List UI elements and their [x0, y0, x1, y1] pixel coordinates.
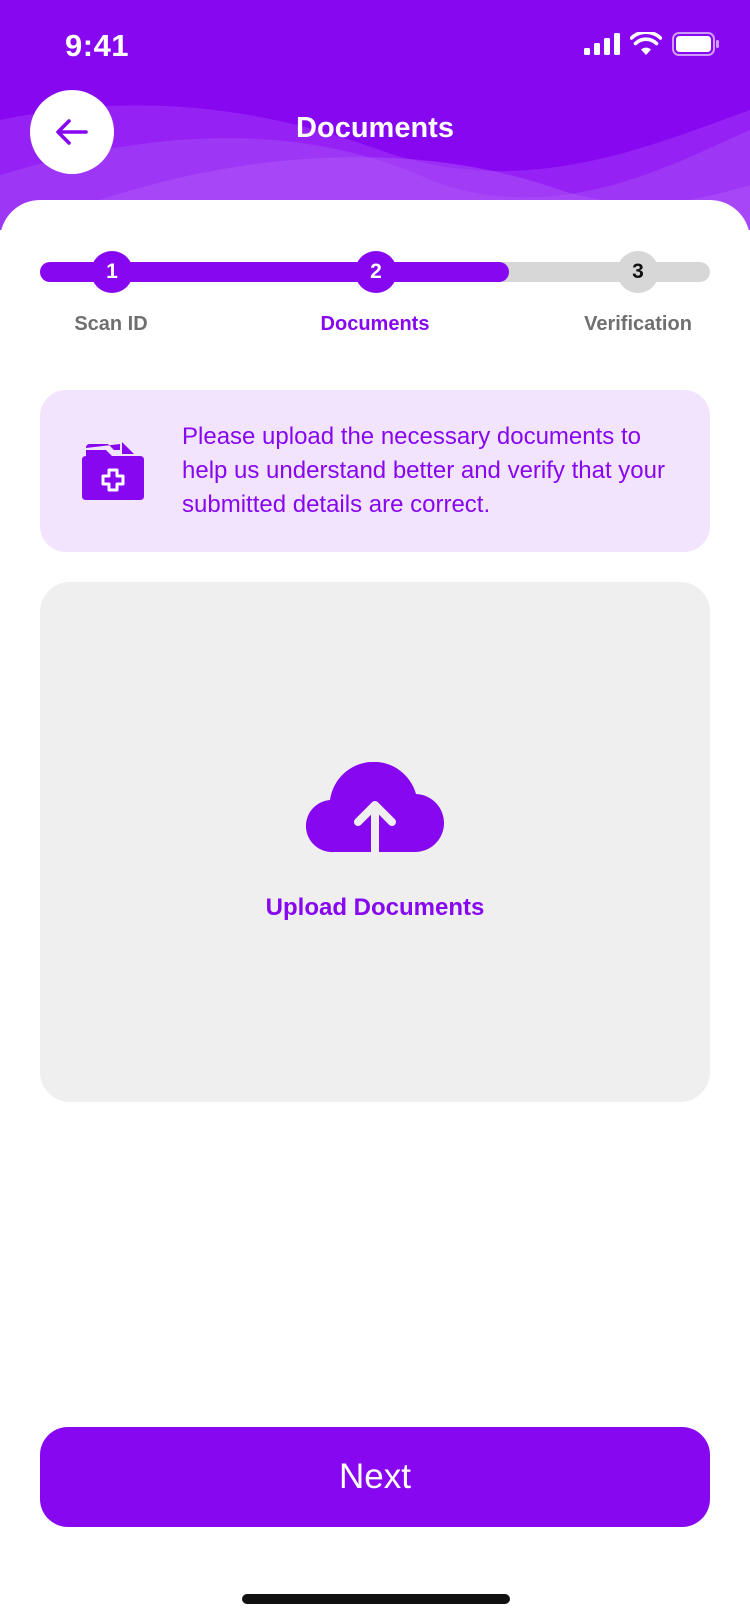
upload-dropzone[interactable]: Upload Documents	[40, 582, 710, 1102]
step-2-label: Documents	[320, 313, 430, 335]
status-icons	[584, 32, 720, 56]
info-text: Please upload the necessary documents to…	[182, 423, 665, 518]
step-3-indicator: 3	[617, 251, 659, 293]
documents-screen: 9:41 Documents 1 2 3 Scan ID Documents V…	[0, 0, 750, 1624]
home-indicator	[242, 1594, 510, 1604]
next-button[interactable]: Next	[40, 1427, 710, 1527]
info-banner: Please upload the necessary documents to…	[40, 390, 710, 552]
step-3-label: Verification	[584, 313, 692, 335]
step-2-indicator: 2	[355, 251, 397, 293]
cellular-signal-icon	[584, 33, 620, 55]
header: 9:41 Documents	[0, 0, 750, 230]
page-title: Documents	[296, 112, 454, 144]
wifi-icon	[630, 32, 662, 55]
battery-icon	[672, 32, 719, 56]
step-1-label: Scan ID	[74, 313, 148, 335]
upload-label: Upload Documents	[265, 894, 485, 921]
folder-add-icon	[82, 442, 144, 500]
cloud-upload-icon	[306, 762, 444, 854]
step-1-indicator: 1	[91, 251, 133, 293]
status-time: 9:41	[65, 28, 130, 63]
